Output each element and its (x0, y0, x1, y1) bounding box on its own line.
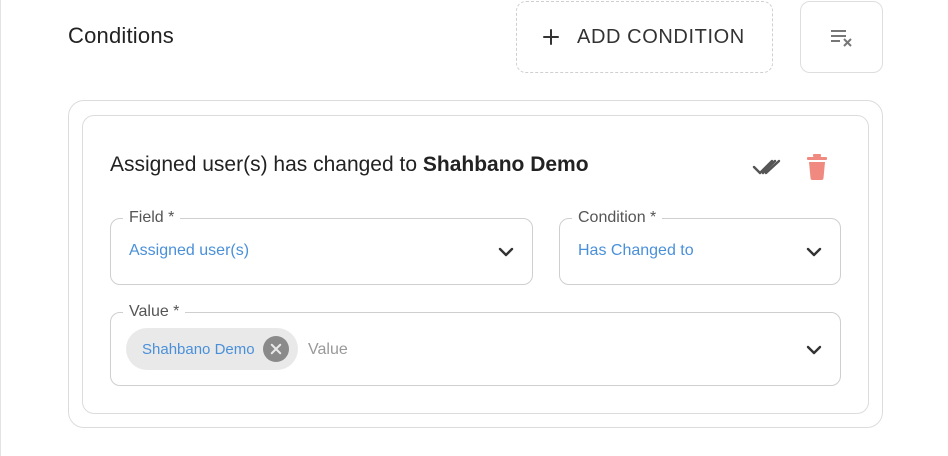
condition-select[interactable]: Condition * Has Changed to (559, 208, 841, 285)
chevron-down-icon (806, 247, 822, 257)
plus-icon (541, 27, 561, 47)
clear-all-icon (830, 30, 852, 47)
value-label: Value * (123, 302, 186, 322)
left-divider (0, 0, 1, 456)
field-value: Assigned user(s) (129, 242, 250, 259)
value-chip: Shahbano Demo (126, 328, 298, 370)
add-condition-button[interactable]: ADD CONDITION (516, 1, 773, 73)
condition-summary-prefix: Assigned user(s) has changed to (110, 153, 418, 176)
clear-conditions-button[interactable] (800, 1, 883, 73)
condition-value: Has Changed to (578, 242, 694, 259)
chevron-down-icon (498, 247, 514, 257)
chevron-down-icon (806, 345, 822, 355)
value-select[interactable]: Value * Shahbano Demo (110, 302, 841, 386)
value-chip-label: Shahbano Demo (142, 340, 255, 358)
field-select[interactable]: Field * Assigned user(s) (110, 208, 533, 285)
double-check-icon[interactable] (752, 156, 782, 178)
section-title: Conditions (68, 23, 174, 48)
condition-label: Condition * (572, 208, 663, 228)
condition-summary-value: Shahbano Demo (422, 153, 589, 176)
field-label: Field * (123, 208, 181, 228)
condition-summary: Assigned user(s) has changed to Shahbano… (110, 153, 589, 177)
trash-icon[interactable] (806, 154, 828, 180)
value-input[interactable] (308, 339, 788, 361)
remove-chip-icon[interactable] (263, 336, 289, 362)
add-condition-label: ADD CONDITION (577, 25, 745, 48)
